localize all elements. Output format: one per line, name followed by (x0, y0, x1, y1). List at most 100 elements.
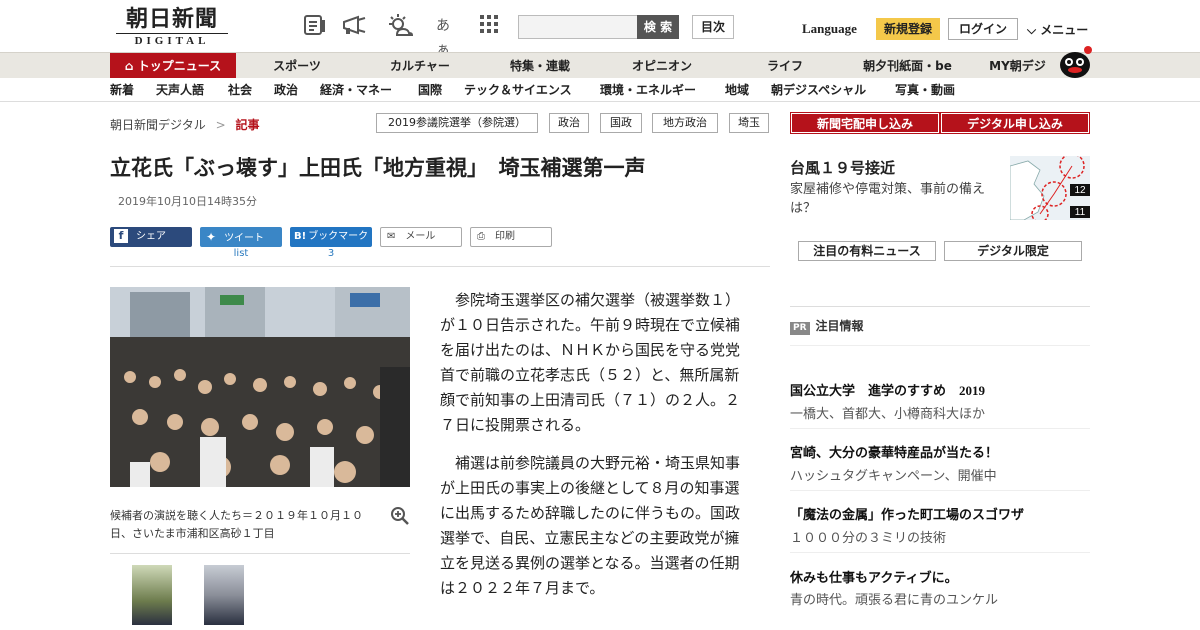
mail-icon: ✉ (387, 231, 396, 242)
register-button[interactable]: 新規登録 (876, 18, 940, 40)
twitter-count[interactable]: list (200, 248, 282, 259)
mail-button[interactable]: ✉ メール (380, 227, 462, 247)
photo-caption: 候補者の演説を聴く人たち＝２０１９年１０月１０日、さいたま市浦和区高砂１丁目 (110, 509, 363, 540)
nav-paper[interactable]: 朝夕刊紙面・be (855, 53, 960, 79)
typhoon-subtext[interactable]: 家屋補修や停電対策、事前の備えは？ (790, 180, 1005, 218)
nav-region[interactable]: 地域 (725, 78, 749, 102)
mascot-icon[interactable] (1058, 45, 1092, 79)
bookmark-label: ブックマーク (308, 231, 369, 242)
search-button[interactable]: 検 索 (637, 15, 679, 39)
nav-politics[interactable]: 政治 (274, 78, 298, 102)
typhoon-map[interactable]: 12 11 (1010, 156, 1090, 220)
nav-tenseijingo[interactable]: 天声人語 (156, 78, 204, 102)
pr-item-sub[interactable]: 一橋大、首都大、小樽商科大ほか (790, 403, 985, 422)
primary-nav: ⌂ トップニュース スポーツ カルチャー 特集・連載 オピニオン ライフ 朝夕刊… (0, 46, 1200, 79)
article-body: 参院埼玉選挙区の補欠選挙（被選挙数１）が１０日告示された。午前９時現在で立候補を… (440, 288, 750, 614)
weather-icon[interactable] (387, 14, 414, 38)
pr-item-sub[interactable]: 青の時代。頑張る君に青のユンケル (790, 589, 998, 608)
divider (790, 428, 1090, 429)
nav-photo[interactable]: 写真・動画 (895, 78, 955, 102)
nav-my[interactable]: MY朝デジ (980, 53, 1055, 79)
typhoon-headline[interactable]: 台風１９号接近 (790, 157, 895, 178)
article-date: 2019年10月10日14時35分 (118, 195, 257, 208)
pr-item-title[interactable]: 国公立大学 進学のすすめ 2019 (790, 380, 985, 399)
article-title: 立花氏「ぶっ壊す」上田氏「地方重視」 埼玉補選第一声 (110, 156, 646, 180)
nav-culture[interactable]: カルチャー (380, 53, 460, 79)
breadcrumb-current: 記事 (235, 118, 260, 132)
pr-item-title[interactable]: 休みも仕事もアクティブに。 (790, 567, 958, 586)
tag-local-politics[interactable]: 地方政治 (652, 113, 718, 133)
pr-header: PR 注目情報 (790, 317, 864, 335)
zoom-icon[interactable] (390, 506, 410, 526)
chevron-down-icon: ⌵ (1027, 23, 1037, 37)
nav-latest[interactable]: 新着 (110, 78, 134, 102)
divider (790, 552, 1090, 553)
nav-opinion[interactable]: オピニオン (622, 53, 702, 79)
pr-item-title[interactable]: 宮崎、大分の豪華特産品が当たる！ (790, 442, 998, 461)
digital-subscribe-button[interactable]: デジタル申し込み (940, 112, 1090, 134)
font-size-icon[interactable]: あぁ (430, 14, 456, 58)
nav-label: トップニュース (137, 59, 222, 73)
twitter-icon: ✦ (206, 230, 217, 244)
nav-features[interactable]: 特集・連載 (500, 53, 580, 79)
divider (110, 266, 770, 267)
tag-national[interactable]: 国政 (600, 113, 642, 133)
megaphone-icon[interactable] (342, 14, 368, 38)
nav-international[interactable]: 国際 (418, 78, 442, 102)
divider (790, 306, 1090, 307)
share-label: シェア (136, 231, 166, 242)
pr-item-sub[interactable]: １０００分の３ミリの技術 (790, 527, 946, 546)
search-input[interactable] (518, 15, 638, 39)
article-paragraph: 補選は前参院議員の大野元裕・埼玉県知事が上田氏の事実上の後継として８月の知事選に… (440, 454, 741, 597)
breadcrumb-sep: > (215, 118, 226, 132)
pr-item-sub[interactable]: ハッシュタグキャンペーン、開催中 (790, 465, 997, 484)
divider (790, 490, 1090, 491)
tag-election[interactable]: 2019参議院選挙（参院選） (376, 113, 538, 133)
nav-sports[interactable]: スポーツ (262, 53, 332, 79)
language-link[interactable]: Language (802, 21, 857, 37)
pr-item-title[interactable]: 「魔法の金属」作った町工場のスゴワザ (790, 504, 1024, 523)
tweet-label: ツイート (224, 233, 265, 244)
hatena-icon: B! (294, 231, 307, 242)
article-photo[interactable] (110, 287, 410, 487)
divider (110, 553, 410, 554)
nav-top-news[interactable]: ⌂ トップニュース (110, 53, 236, 79)
hatena-count[interactable]: 3 (290, 248, 372, 259)
facebook-share-button[interactable]: f シェア (110, 227, 192, 247)
print-icon: ⎙ (477, 231, 485, 242)
divider (790, 345, 1090, 346)
secondary-nav: 新着 天声人語 社会 政治 経済・マネー 国際 テック＆サイエンス 環境・エネル… (0, 78, 1200, 102)
menu-label: メニュー (1040, 23, 1089, 37)
twitter-share-button[interactable]: ✦ ツイート (200, 227, 282, 247)
nav-economy[interactable]: 経済・マネー (320, 78, 392, 102)
pr-title: 注目情報 (815, 319, 864, 333)
breadcrumb-home[interactable]: 朝日新聞デジタル (110, 118, 206, 132)
newspaper-subscribe-button[interactable]: 新聞宅配申し込み (790, 112, 940, 134)
nav-life[interactable]: ライフ (755, 53, 815, 79)
photo-thumbnail[interactable] (204, 565, 244, 625)
nav-tech[interactable]: テック＆サイエンス (464, 78, 572, 102)
toc-button[interactable]: 目次 (692, 15, 734, 39)
newspaper-icon[interactable] (302, 14, 328, 38)
hatena-bookmark-button[interactable]: B! ブックマーク (290, 227, 372, 247)
site-logo[interactable]: 朝日新聞 DIGITAL (116, 7, 228, 47)
login-button[interactable]: ログイン (948, 18, 1018, 40)
paid-news-button[interactable]: 注目の有料ニュース (798, 241, 936, 261)
pr-badge: PR (790, 322, 810, 335)
tag-politics[interactable]: 政治 (549, 113, 589, 133)
facebook-icon: f (114, 229, 128, 243)
grid-icon[interactable] (476, 14, 502, 38)
article-paragraph: 参院埼玉選挙区の補欠選挙（被選挙数１）が１０日告示された。午前９時現在で立候補を… (440, 291, 741, 434)
menu-button[interactable]: ⌵ メニュー (1027, 21, 1088, 38)
tag-saitama[interactable]: 埼玉 (729, 113, 769, 133)
mail-label: メール (405, 231, 436, 242)
nav-environment[interactable]: 環境・エネルギー (600, 78, 696, 102)
digital-only-button[interactable]: デジタル限定 (944, 241, 1082, 261)
map-label: 12 (1074, 185, 1086, 196)
print-label: 印刷 (495, 231, 515, 242)
print-button[interactable]: ⎙ 印刷 (470, 227, 552, 247)
nav-special[interactable]: 朝デジスペシャル (771, 78, 866, 102)
photo-thumbnail[interactable] (132, 565, 172, 625)
nav-society[interactable]: 社会 (228, 78, 252, 102)
home-icon: ⌂ (124, 59, 134, 73)
